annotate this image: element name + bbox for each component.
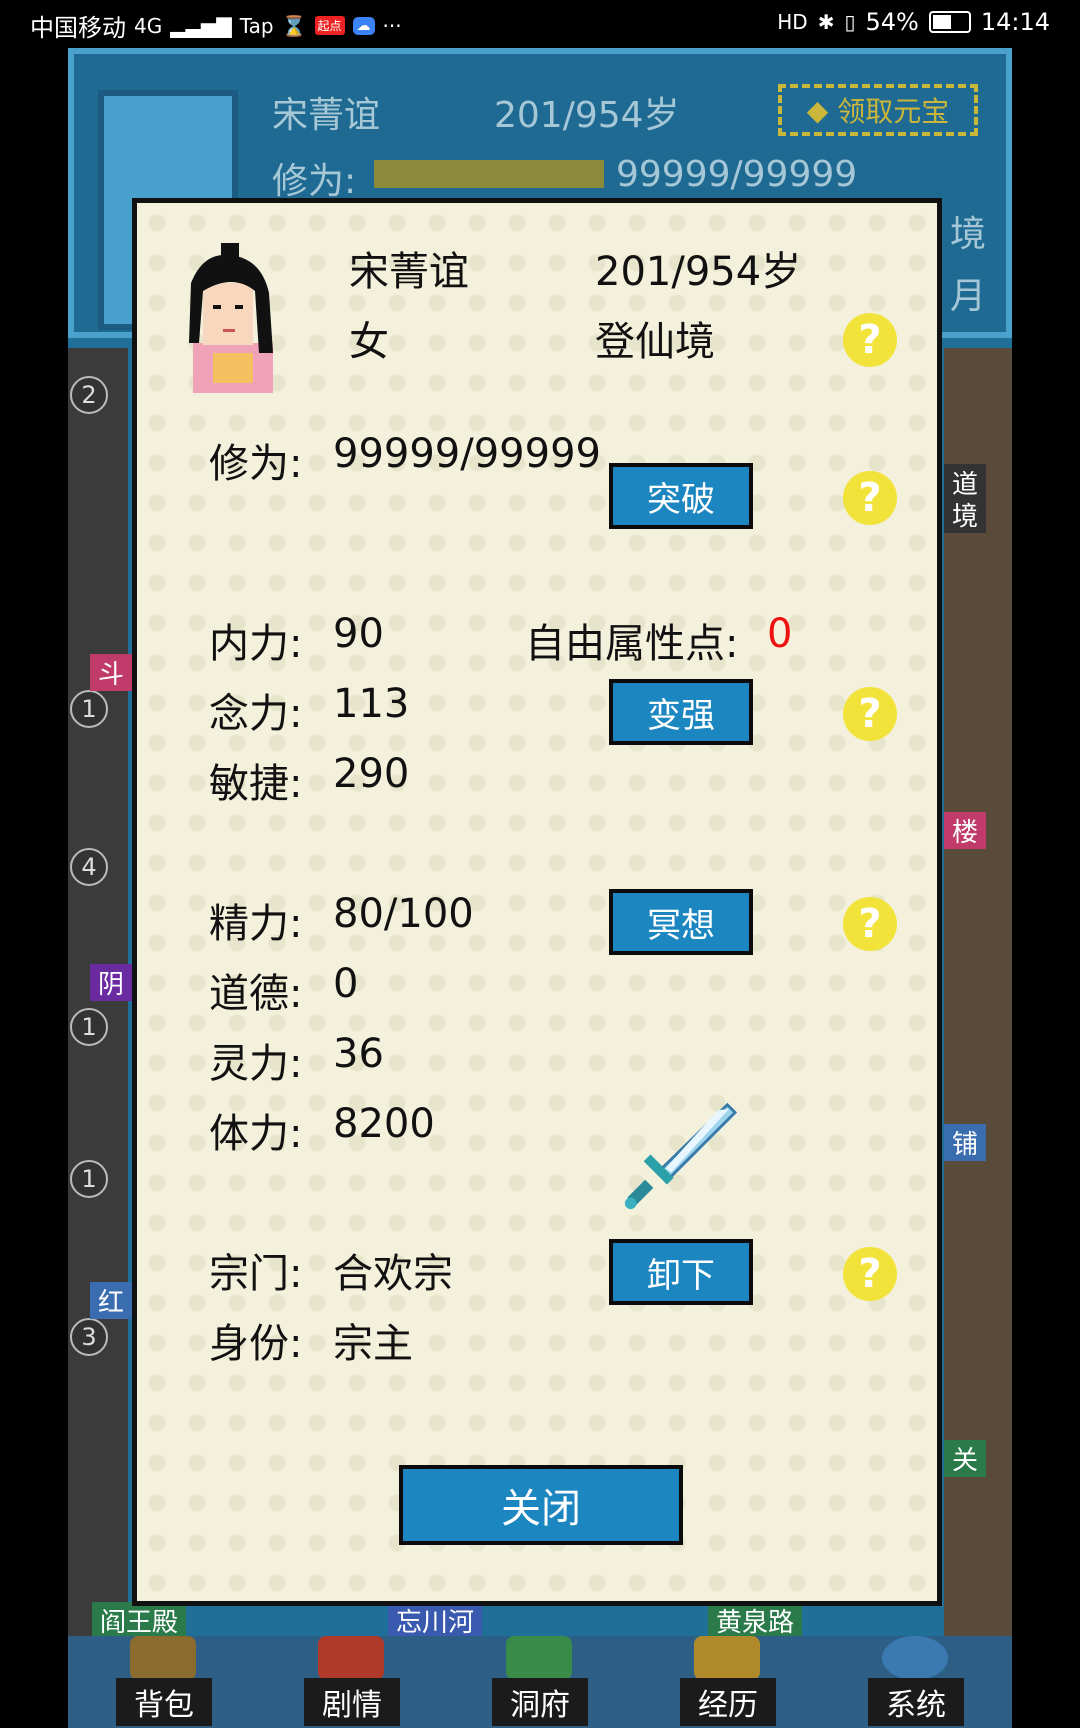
- free-points-value: 0: [767, 611, 793, 657]
- place-label: 红: [90, 1282, 133, 1319]
- cultivation-progress-value: 99999/99999: [616, 154, 858, 195]
- signal-icon: ▂▃▅▇: [170, 13, 232, 38]
- badge-number: 3: [70, 1318, 108, 1356]
- identity-value: 宗主: [333, 1321, 413, 1367]
- place-label: 境: [944, 496, 987, 533]
- stamina-label: 体力:: [209, 1111, 303, 1157]
- nav-backpack[interactable]: 背包: [116, 1678, 212, 1726]
- bluetooth-icon: ✱: [817, 10, 835, 34]
- inner-power-label: 内力:: [209, 621, 303, 667]
- strengthen-button[interactable]: 变强: [609, 679, 753, 745]
- more-notifications-icon: ···: [382, 13, 402, 38]
- close-button[interactable]: 关闭: [399, 1465, 683, 1545]
- mind-label: 念力:: [209, 691, 303, 737]
- attributes-help-icon[interactable]: ?: [843, 687, 897, 741]
- dialog-character-gender: 女: [349, 319, 389, 365]
- equipment-help-icon[interactable]: ?: [843, 1247, 897, 1301]
- place-label: 关: [944, 1440, 987, 1477]
- energy-help-icon[interactable]: ?: [843, 897, 897, 951]
- badge-number: 1: [70, 1160, 108, 1198]
- hourglass-icon: ⌛: [281, 13, 307, 38]
- cultivation-value: 99999/99999: [333, 431, 601, 477]
- spirit-value: 36: [333, 1031, 384, 1077]
- realm-fragment-2: 月: [949, 276, 986, 317]
- character-avatar: [189, 243, 273, 393]
- character-age: 201/954岁: [494, 95, 680, 136]
- character-name: 宋菁谊: [272, 95, 381, 136]
- mind-value: 113: [333, 681, 410, 727]
- sword-icon[interactable]: [621, 1097, 737, 1213]
- place-label: 阴: [90, 964, 133, 1001]
- sect-value: 合欢宗: [333, 1251, 453, 1297]
- qidian-app-icon: 起点: [314, 16, 345, 35]
- energy-label: 精力:: [209, 901, 303, 947]
- badge-number: 1: [70, 690, 108, 728]
- nav-cave-house[interactable]: 洞府: [492, 1678, 588, 1726]
- claim-yuanbao-label: 领取元宝: [837, 95, 950, 128]
- realm-fragment-1: 境: [949, 214, 986, 255]
- place-huangquanlu[interactable]: 黄泉路: [708, 1602, 803, 1639]
- badge-number: 1: [70, 1008, 108, 1046]
- history-icon: [694, 1636, 760, 1680]
- place-label: 铺: [944, 1124, 987, 1161]
- place-yanwangdian[interactable]: 阎王殿: [92, 1602, 187, 1639]
- battery-icon: [928, 11, 971, 33]
- dialog-character-name: 宋菁谊: [349, 249, 469, 295]
- hd-icon: HD: [777, 10, 808, 34]
- realm-help-icon[interactable]: ?: [843, 313, 897, 367]
- sect-label: 宗门:: [209, 1251, 303, 1297]
- place-label: 斗: [90, 654, 133, 691]
- bottom-nav: 背包 剧情 洞府 经历 系统: [68, 1636, 1012, 1728]
- stamina-value: 8200: [333, 1101, 435, 1147]
- inner-power-value: 90: [333, 611, 384, 657]
- identity-label: 身份:: [209, 1321, 303, 1367]
- free-points-label: 自由属性点:: [525, 621, 739, 667]
- cultivation-progress-bar: [374, 160, 604, 188]
- battery-percent: 54%: [865, 8, 919, 36]
- map-tile[interactable]: [944, 348, 1012, 1678]
- network-type-label: 4G: [134, 13, 163, 38]
- energy-value: 80/100: [333, 891, 474, 937]
- morality-value: 0: [333, 961, 359, 1007]
- cloud-icon: ☁: [352, 16, 375, 35]
- clock: 14:14: [980, 8, 1050, 36]
- character-attributes-dialog: 宋菁谊 201/954岁 女 登仙境 ? 修为: 99999/99999 突破 …: [132, 198, 942, 1606]
- morality-label: 道德:: [209, 971, 303, 1017]
- agility-value: 290: [333, 751, 410, 797]
- cultivation-label: 修为:: [209, 441, 303, 487]
- dialog-character-realm: 登仙境: [595, 319, 715, 365]
- meditate-button[interactable]: 冥想: [609, 889, 753, 955]
- spirit-label: 灵力:: [209, 1041, 303, 1087]
- badge-number: 4: [70, 848, 108, 886]
- unequip-button[interactable]: 卸下: [609, 1239, 753, 1305]
- nav-system[interactable]: 系统: [868, 1678, 964, 1726]
- breakthrough-button[interactable]: 突破: [609, 463, 753, 529]
- place-wangchuanhe[interactable]: 忘川河: [388, 1602, 483, 1639]
- cultivation-help-icon[interactable]: ?: [843, 471, 897, 525]
- backpack-icon: [130, 1636, 196, 1680]
- status-bar: 中国移动 4G ▂▃▅▇ Tap ⌛ 起点 ☁ ··· HD ✱ ▯ 54% 1…: [0, 0, 1080, 48]
- cave-house-icon: [506, 1636, 572, 1680]
- cultivation-label: 修为:: [272, 161, 357, 202]
- agility-label: 敏捷:: [209, 761, 303, 807]
- badge-number: 2: [70, 376, 108, 414]
- carrier-label: 中国移动: [30, 14, 126, 42]
- gear-icon: [882, 1636, 948, 1680]
- taptap-icon: Tap: [239, 13, 274, 38]
- nav-history[interactable]: 经历: [680, 1678, 776, 1726]
- ingot-icon: ◆: [806, 93, 838, 127]
- nav-story[interactable]: 剧情: [304, 1678, 400, 1726]
- claim-yuanbao-button[interactable]: ◆ 领取元宝: [778, 84, 978, 136]
- vibrate-icon: ▯: [844, 10, 856, 34]
- realm-fragment: 境 月: [950, 204, 986, 328]
- place-label: 楼: [944, 812, 987, 849]
- dialog-character-age: 201/954岁: [595, 249, 802, 295]
- story-icon: [318, 1636, 384, 1680]
